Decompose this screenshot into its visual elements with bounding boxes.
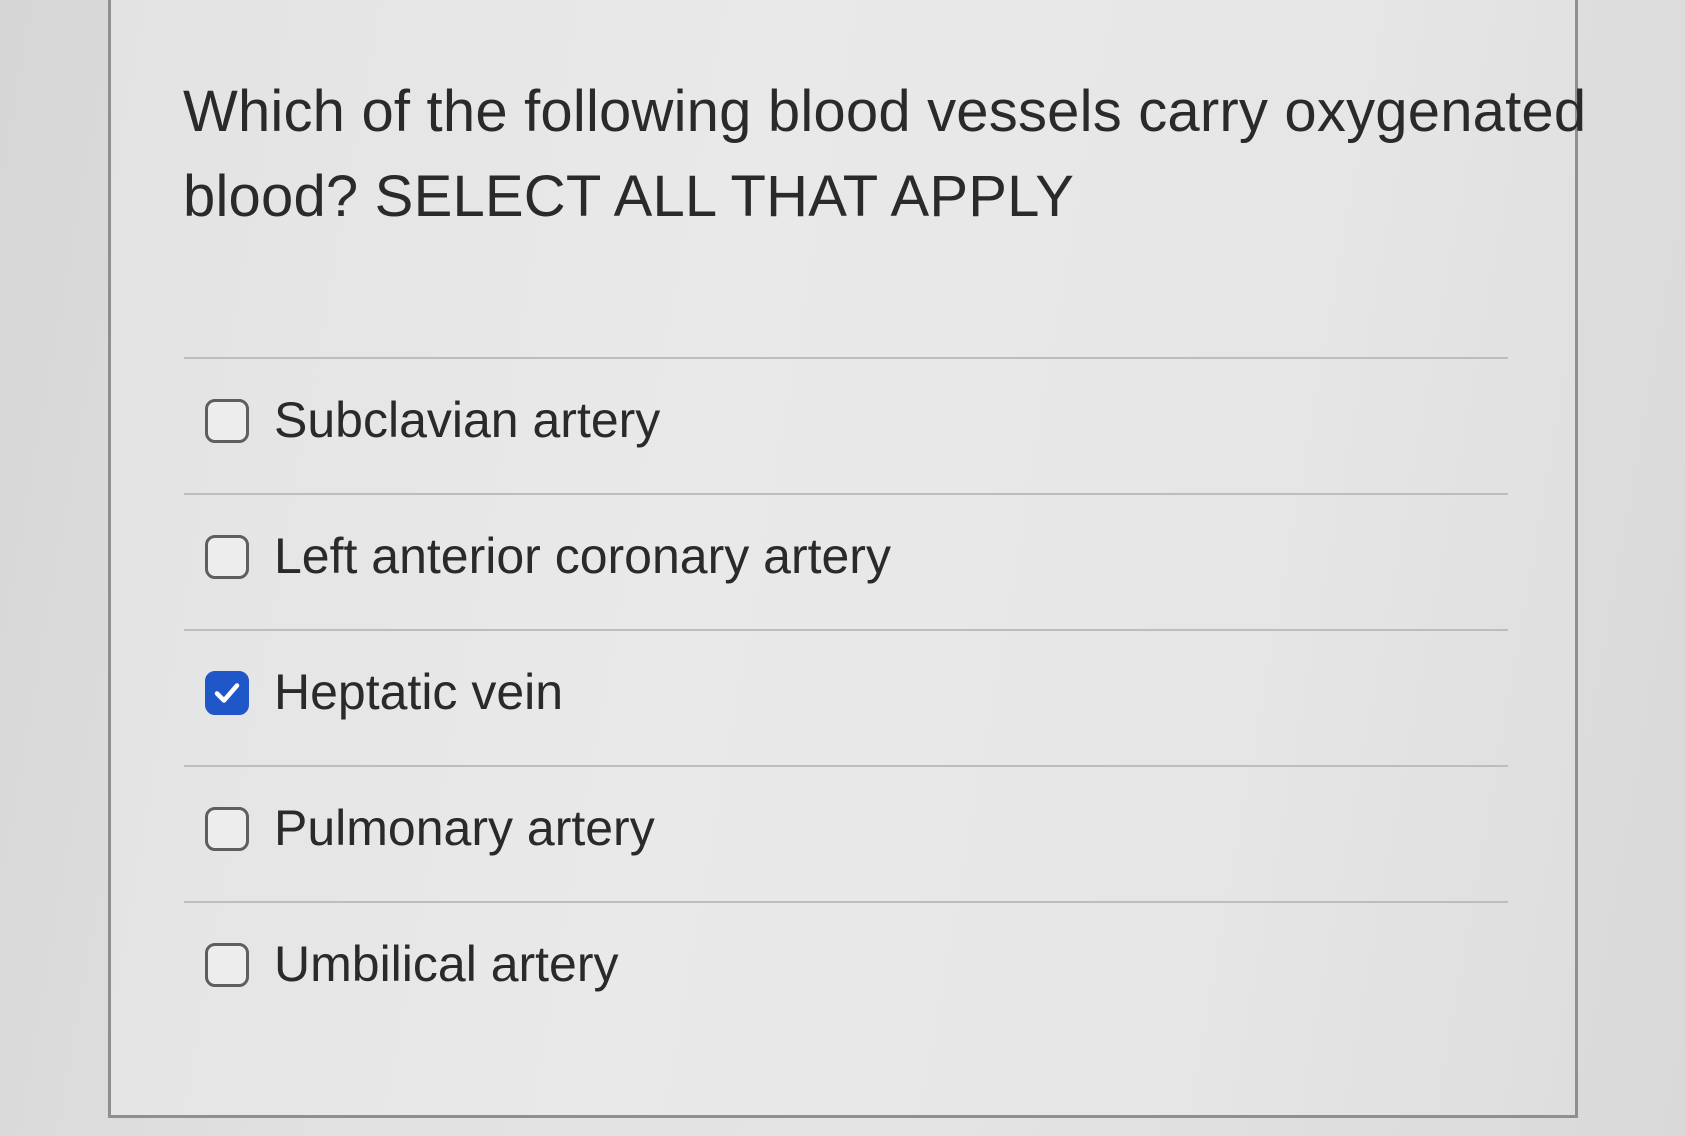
checkbox[interactable] xyxy=(205,943,249,987)
answer-option-umbilical-artery[interactable]: Umbilical artery xyxy=(184,901,1508,1037)
question-card: Which of the following blood vessels car… xyxy=(108,0,1586,1118)
checkbox[interactable] xyxy=(205,399,249,443)
answer-option-left-anterior-coronary-artery[interactable]: Left anterior coronary artery xyxy=(184,493,1508,629)
option-label: Umbilical artery xyxy=(274,936,619,992)
option-label: Heptatic vein xyxy=(274,664,564,720)
answer-option-heptatic-vein[interactable]: Heptatic vein xyxy=(184,629,1508,765)
checkbox-checked[interactable] xyxy=(205,671,249,715)
checkbox[interactable] xyxy=(205,807,249,851)
option-label: Subclavian artery xyxy=(274,392,661,448)
option-label: Pulmonary artery xyxy=(274,800,655,856)
checkbox[interactable] xyxy=(205,535,249,579)
answer-option-pulmonary-artery[interactable]: Pulmonary artery xyxy=(184,765,1508,901)
checkmark-icon xyxy=(214,683,240,703)
answer-list: Subclavian artery Left anterior coronary… xyxy=(184,357,1508,1037)
screen: Which of the following blood vessels car… xyxy=(0,0,1685,1136)
option-label: Left anterior coronary artery xyxy=(274,528,891,584)
answer-option-subclavian-artery[interactable]: Subclavian artery xyxy=(184,357,1508,493)
question-text: Which of the following blood vessels car… xyxy=(183,79,1587,229)
